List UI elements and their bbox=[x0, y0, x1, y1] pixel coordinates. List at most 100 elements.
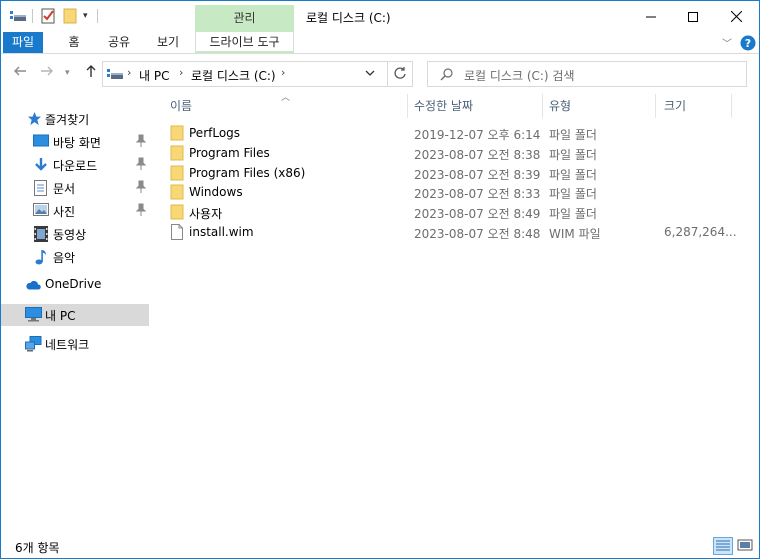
file-name: 사용자 bbox=[189, 207, 223, 221]
up-arrow-icon bbox=[86, 65, 96, 77]
file-date: 2023-08-07 오전 8:39 bbox=[414, 168, 541, 182]
search-box[interactable]: 로컬 디스크 (C:) 검색 bbox=[427, 61, 747, 87]
file-name: Program Files (x86) bbox=[189, 166, 306, 180]
address-history-dropdown[interactable] bbox=[365, 66, 375, 83]
music-icon bbox=[35, 249, 51, 265]
address-bar[interactable]: › 내 PC › 로컬 디스크 (C:) › bbox=[102, 61, 413, 87]
tab-view[interactable]: 보기 bbox=[151, 32, 185, 53]
file-date: 2023-08-07 오전 8:48 bbox=[414, 227, 541, 241]
column-header-size[interactable]: 크기 bbox=[664, 97, 686, 114]
sidebar-item-label: 바탕 화면 bbox=[53, 136, 101, 150]
sidebar-item-videos[interactable]: 동영상 bbox=[1, 223, 149, 245]
sidebar-item-this-pc[interactable]: 내 PC bbox=[1, 304, 149, 326]
file-row[interactable]: Program Files (x86) 2023-08-07 오전 8:39 파… bbox=[152, 163, 752, 183]
properties-icon[interactable] bbox=[41, 7, 55, 25]
tab-home[interactable]: 홈 bbox=[59, 32, 89, 53]
expand-ribbon-icon[interactable]: ﹀ bbox=[722, 35, 732, 51]
file-type: WIM 파일 bbox=[549, 227, 601, 241]
forward-arrow-icon bbox=[41, 66, 53, 76]
up-button[interactable] bbox=[84, 64, 98, 82]
sidebar-item-downloads[interactable]: 다운로드 bbox=[1, 154, 149, 176]
back-button[interactable] bbox=[13, 64, 27, 82]
breadcrumb-this-pc[interactable]: 내 PC bbox=[139, 67, 169, 84]
file-size: 6,287,264... bbox=[664, 225, 737, 239]
tab-share[interactable]: 공유 bbox=[102, 32, 136, 53]
breadcrumb-separator[interactable]: › bbox=[179, 66, 183, 79]
sidebar-item-label: 즐겨찾기 bbox=[45, 113, 90, 127]
status-bar: 6개 항목 bbox=[1, 534, 759, 558]
app-icon[interactable] bbox=[10, 7, 26, 25]
tab-drive-tools[interactable]: 드라이브 도구 bbox=[195, 32, 294, 53]
customize-toolbar-icon[interactable]: ▾ bbox=[83, 7, 88, 25]
file-name: Program Files bbox=[189, 146, 270, 160]
file-row[interactable]: 사용자 2023-08-07 오전 8:49 파일 폴더 bbox=[152, 202, 752, 222]
search-placeholder: 로컬 디스크 (C:) 검색 bbox=[464, 69, 575, 83]
sidebar-item-network[interactable]: 네트워크 bbox=[1, 333, 149, 355]
file-name: PerfLogs bbox=[189, 126, 241, 140]
navigation-bar: ▾ › 내 PC › 로컬 디스크 (C:) › 로컬 디스크 (C:) 검색 bbox=[1, 54, 759, 92]
navigation-pane: 즐겨찾기 바탕 화면 다운로드 문서 사진 동영상 음악 OneDrive 내 … bbox=[1, 92, 151, 532]
file-date: 2019-12-07 오후 6:14 bbox=[414, 128, 541, 142]
column-divider[interactable] bbox=[542, 94, 543, 118]
file-type: 파일 폴더 bbox=[549, 168, 597, 182]
title-bar: ▾ 관리 로컬 디스크 (C:) bbox=[1, 1, 759, 32]
minimize-button[interactable] bbox=[628, 1, 674, 32]
file-row[interactable]: install.wim 2023-08-07 오전 8:48 WIM 파일 6,… bbox=[152, 222, 752, 242]
file-type: 파일 폴더 bbox=[549, 207, 597, 221]
details-view-button[interactable] bbox=[713, 537, 733, 555]
large-icons-view-button[interactable] bbox=[736, 537, 756, 555]
documents-icon bbox=[34, 180, 50, 196]
forward-button[interactable] bbox=[40, 64, 54, 82]
file-row[interactable]: PerfLogs 2019-12-07 오후 6:14 파일 폴더 bbox=[152, 123, 752, 143]
folder-icon bbox=[170, 165, 186, 181]
sidebar-item-onedrive[interactable]: OneDrive bbox=[1, 274, 149, 296]
file-type: 파일 폴더 bbox=[549, 187, 597, 201]
file-name: Windows bbox=[189, 185, 243, 199]
file-name: install.wim bbox=[189, 225, 254, 239]
close-button[interactable] bbox=[713, 1, 759, 32]
pin-icon[interactable] bbox=[135, 134, 147, 148]
refresh-button[interactable] bbox=[393, 66, 407, 83]
breadcrumb-separator[interactable]: › bbox=[127, 66, 131, 79]
quick-access-divider bbox=[32, 9, 33, 23]
desktop-icon bbox=[33, 134, 49, 150]
file-row[interactable]: Program Files 2023-08-07 오전 8:38 파일 폴더 bbox=[152, 143, 752, 163]
new-folder-icon[interactable] bbox=[63, 7, 77, 25]
breadcrumb-separator[interactable]: › bbox=[281, 66, 285, 79]
tab-file[interactable]: 파일 bbox=[3, 32, 43, 53]
column-header-name[interactable]: 이름 bbox=[170, 97, 192, 114]
sidebar-item-pictures[interactable]: 사진 bbox=[1, 200, 149, 222]
pin-icon[interactable] bbox=[135, 180, 147, 194]
file-row[interactable]: Windows 2023-08-07 오전 8:33 파일 폴더 bbox=[152, 182, 752, 202]
sidebar-item-desktop[interactable]: 바탕 화면 bbox=[1, 131, 149, 153]
sidebar-item-music[interactable]: 음악 bbox=[1, 246, 149, 268]
help-icon[interactable]: ? bbox=[740, 35, 756, 51]
pin-icon[interactable] bbox=[135, 203, 147, 217]
quick-access-divider bbox=[97, 9, 98, 23]
column-divider[interactable] bbox=[731, 94, 732, 118]
pin-icon[interactable] bbox=[135, 157, 147, 171]
column-divider[interactable] bbox=[407, 94, 408, 118]
videos-icon bbox=[34, 226, 50, 242]
close-icon bbox=[730, 11, 742, 22]
drive-icon bbox=[107, 67, 123, 84]
recent-locations-icon[interactable]: ▾ bbox=[65, 64, 70, 82]
maximize-button[interactable] bbox=[670, 1, 716, 32]
sidebar-item-label: OneDrive bbox=[45, 277, 102, 291]
sidebar-item-documents[interactable]: 문서 bbox=[1, 177, 149, 199]
details-view-icon bbox=[716, 540, 730, 551]
column-header-date[interactable]: 수정한 날짜 bbox=[414, 97, 473, 114]
breadcrumb-local-disk[interactable]: 로컬 디스크 (C:) bbox=[191, 67, 276, 84]
column-divider[interactable] bbox=[655, 94, 656, 118]
cloud-icon bbox=[25, 279, 41, 295]
download-icon bbox=[33, 157, 49, 173]
sidebar-item-label: 사진 bbox=[53, 205, 76, 219]
column-header-type[interactable]: 유형 bbox=[549, 97, 571, 114]
network-icon bbox=[25, 336, 42, 352]
sidebar-item-quick-access[interactable]: 즐겨찾기 bbox=[1, 108, 149, 130]
sidebar-item-label: 문서 bbox=[53, 182, 76, 196]
chevron-down-icon bbox=[365, 70, 375, 76]
item-count: 6개 항목 bbox=[15, 541, 60, 555]
back-arrow-icon bbox=[14, 66, 26, 76]
file-date: 2023-08-07 오전 8:49 bbox=[414, 207, 541, 221]
